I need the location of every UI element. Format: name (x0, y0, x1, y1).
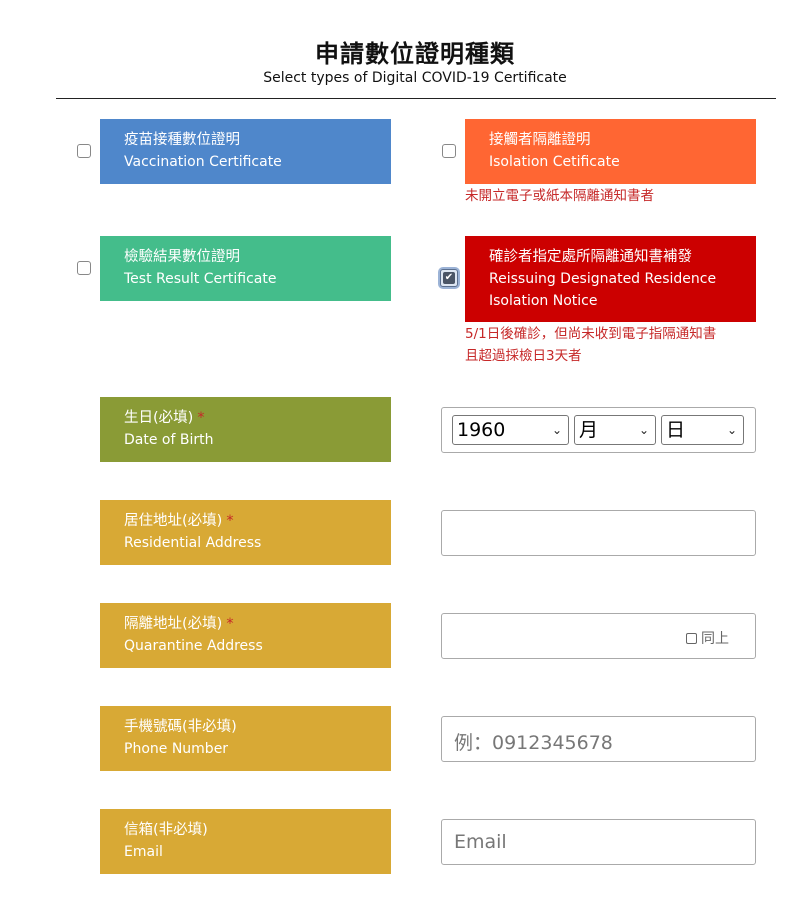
birth-day-select[interactable]: 日 ⌄ (661, 415, 744, 445)
vaccination-label-en: Vaccination Certificate (124, 154, 282, 170)
vaccination-certificate-option[interactable]: 疫苗接種數位證明 Vaccination Certificate (100, 119, 391, 184)
test-result-checkbox[interactable] (77, 261, 91, 275)
test-result-label-en: Test Result Certificate (124, 271, 277, 287)
vaccination-label-zh: 疫苗接種數位證明 (124, 132, 240, 148)
email-label-en: Email (124, 844, 163, 860)
chevron-down-icon: ⌄ (638, 423, 649, 437)
reissue-notice-option[interactable]: 確診者指定處所隔離通知書補發 Reissuing Designated Resi… (465, 236, 756, 322)
birth-year-value: 1960 (457, 419, 506, 441)
required-mark: * (226, 616, 234, 632)
same-as-above-checkbox[interactable] (686, 633, 697, 644)
birth-date-group: 1960 ⌄ 月 ⌄ 日 ⌄ (441, 407, 756, 453)
birth-year-select[interactable]: 1960 ⌄ (452, 415, 569, 445)
same-as-above-toggle[interactable]: 同上 (686, 628, 729, 648)
email-label-box: 信箱(非必填) Email (100, 809, 391, 874)
isolation-checkbox[interactable] (442, 144, 456, 158)
test-result-label-zh: 檢驗結果數位證明 (124, 249, 240, 265)
phone-number-input[interactable]: 例：0912345678 (441, 716, 756, 762)
quarantine-label-box: 隔離地址(必填) * Quarantine Address (100, 603, 391, 668)
birth-label-en: Date of Birth (124, 432, 214, 448)
reissue-label-en-line1: Reissuing Designated Residence (489, 271, 717, 287)
isolation-label-zh: 接觸者隔離證明 (489, 132, 591, 148)
email-label-zh: 信箱(非必填) (124, 822, 208, 838)
birth-day-value: 日 (666, 419, 686, 441)
page-subtitle: Select types of Digital COVID-19 Certifi… (263, 70, 567, 86)
residential-label-zh: 居住地址(必填) (124, 513, 223, 529)
checkmark-icon: ✔ (443, 272, 455, 284)
test-result-certificate-option[interactable]: 檢驗結果數位證明 Test Result Certificate (100, 236, 391, 301)
residential-address-input[interactable] (441, 510, 756, 556)
birth-label-zh: 生日(必填) (124, 410, 194, 426)
isolation-label-en: Isolation Cetificate (489, 154, 620, 170)
phone-label-box: 手機號碼(非必填) Phone Number (100, 706, 391, 771)
isolation-certificate-option[interactable]: 接觸者隔離證明 Isolation Cetificate (465, 119, 756, 184)
same-as-above-label: 同上 (701, 631, 729, 647)
chevron-down-icon: ⌄ (551, 423, 562, 437)
residential-label-box: 居住地址(必填) * Residential Address (100, 500, 391, 565)
reissue-note-line2: 且超過採檢日3天者 (465, 348, 582, 364)
phone-placeholder: 例：0912345678 (454, 732, 613, 754)
birth-month-select[interactable]: 月 ⌄ (574, 415, 656, 445)
quarantine-label-zh: 隔離地址(必填) (124, 616, 223, 632)
birth-month-value: 月 (579, 419, 599, 441)
reissue-label-en-line2: Isolation Notice (489, 293, 598, 309)
reissue-note: 5/1日後確診，但尚未收到電子指隔通知書 且超過採檢日3天者 (465, 323, 716, 367)
certificate-application-page: 申請數位證明種類 Select types of Digital COVID-1… (0, 0, 788, 897)
title-divider (56, 98, 776, 99)
isolation-note: 未開立電子或紙本隔離通知書者 (465, 188, 654, 204)
reissue-label-zh: 確診者指定處所隔離通知書補發 (489, 249, 692, 265)
required-mark: * (197, 410, 205, 426)
phone-label-zh: 手機號碼(非必填) (124, 719, 237, 735)
birth-label-box: 生日(必填) * Date of Birth (100, 397, 391, 462)
email-input[interactable]: Email (441, 819, 756, 865)
page-title: 申請數位證明種類 (315, 40, 515, 68)
chevron-down-icon: ⌄ (726, 423, 737, 437)
quarantine-address-input[interactable]: 同上 (441, 613, 756, 659)
reissue-note-line1: 5/1日後確診，但尚未收到電子指隔通知書 (465, 326, 717, 342)
reissue-checkbox[interactable]: ✔ (440, 269, 458, 287)
phone-label-en: Phone Number (124, 741, 229, 757)
vaccination-checkbox[interactable] (77, 144, 91, 158)
quarantine-label-en: Quarantine Address (124, 638, 263, 654)
required-mark: * (226, 513, 234, 529)
residential-label-en: Residential Address (124, 535, 262, 551)
email-placeholder: Email (454, 831, 507, 853)
